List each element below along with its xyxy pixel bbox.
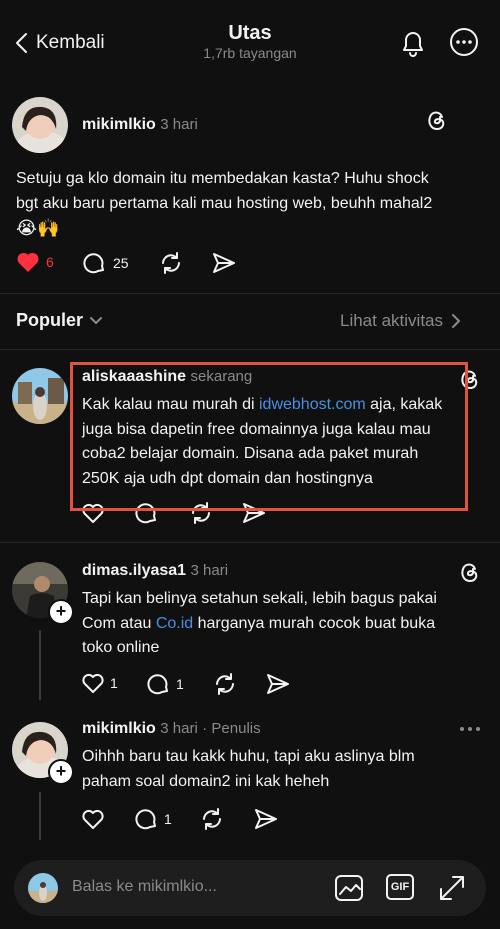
reply-text: Tapi kan belinya setahun sekali, lebih b… (82, 590, 437, 656)
share-icon[interactable] (265, 672, 291, 696)
sort-dropdown[interactable]: Populer (16, 310, 103, 331)
avatar[interactable] (12, 97, 68, 153)
share-icon[interactable] (253, 807, 279, 831)
post-username[interactable]: mikimlkio (82, 116, 156, 133)
threads-logo-icon[interactable] (458, 560, 482, 584)
repost-icon[interactable] (158, 250, 184, 276)
post-text: Setuju ga klo domain itu membedakan kast… (16, 167, 486, 241)
reply-text: Oihhh baru tau kakk huhu, tapi aku aslin… (82, 748, 415, 790)
reply-count: 25 (113, 255, 129, 271)
notification-bell-icon[interactable] (398, 27, 428, 59)
author-tag: · Penulis (202, 720, 261, 737)
gif-button[interactable]: GIF (386, 874, 414, 900)
view-activity-label: Lihat aktivitas (340, 311, 443, 330)
link[interactable]: Co.id (156, 615, 193, 632)
reply-count: 1 (164, 811, 172, 827)
view-activity-link[interactable]: Lihat aktivitas (340, 311, 461, 331)
highlight-box (70, 362, 468, 511)
avatar[interactable] (12, 368, 68, 424)
post-time: 3 hari (160, 116, 198, 133)
chevron-right-icon (451, 313, 461, 329)
follow-plus-button[interactable]: + (48, 599, 74, 625)
heart-icon (81, 672, 105, 694)
reply-input[interactable]: Balas ke mikimlkio... (72, 878, 217, 896)
like-icon[interactable] (81, 808, 105, 830)
reply-time: 3 hari (190, 562, 229, 579)
thread-line (39, 792, 41, 840)
follow-plus-button[interactable]: + (48, 759, 74, 785)
like-button[interactable]: 6 (16, 251, 54, 273)
reply-count: 1 (176, 676, 184, 692)
expand-icon[interactable] (437, 873, 467, 903)
thread-line (39, 630, 41, 700)
heart-filled-icon (16, 251, 40, 273)
reply-button[interactable]: 1 (147, 672, 184, 696)
image-icon[interactable] (334, 874, 364, 902)
reply-button[interactable]: 25 (83, 251, 129, 275)
reply-button[interactable]: 1 (135, 807, 172, 831)
chevron-down-icon (89, 316, 103, 326)
threads-logo-icon[interactable] (425, 108, 449, 132)
sort-label: Populer (16, 310, 84, 330)
share-icon[interactable] (211, 251, 237, 275)
reply-username[interactable]: dimas.ilyasa1 (82, 562, 186, 579)
reply-time: 3 hari (160, 720, 198, 737)
more-options-icon[interactable] (458, 721, 482, 737)
like-button[interactable]: 1 (81, 672, 118, 694)
repost-icon[interactable] (212, 671, 238, 697)
divider (0, 349, 500, 350)
divider (0, 293, 500, 294)
comment-icon (83, 251, 107, 275)
comment-icon (147, 672, 171, 696)
reply-composer[interactable]: Balas ke mikimlkio... GIF (14, 860, 486, 916)
reply-username[interactable]: mikimlkio (82, 720, 156, 737)
more-options-icon[interactable] (449, 27, 479, 57)
divider (0, 542, 500, 543)
like-count: 6 (46, 254, 54, 270)
like-count: 1 (110, 675, 118, 691)
repost-icon[interactable] (199, 806, 225, 832)
emoji: 😭🙌 (16, 218, 60, 238)
avatar (28, 873, 58, 903)
comment-icon (135, 807, 159, 831)
